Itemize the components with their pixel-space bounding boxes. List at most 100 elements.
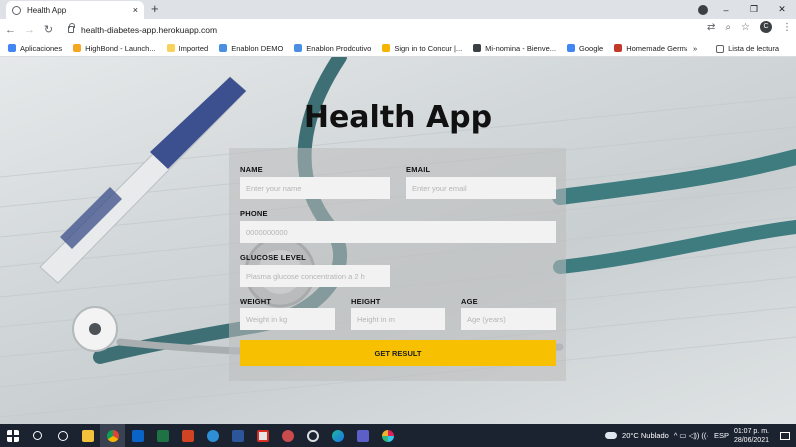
concur-icon <box>382 44 391 52</box>
translate-icon[interactable]: ⇄ <box>707 22 715 33</box>
bookmark-item[interactable]: Homemade Germa... <box>614 44 696 53</box>
teams-icon <box>356 429 369 442</box>
windows-taskbar: 20°C Nublado ^ ▭ ◁)) ((· ESP 01:07 p. m.… <box>0 424 796 447</box>
word-icon <box>231 429 244 442</box>
slack-icon <box>381 429 394 442</box>
height-label: HEIGHT <box>351 297 381 306</box>
new-tab-button[interactable]: + <box>151 2 159 16</box>
taskbar-app[interactable] <box>125 424 150 447</box>
start-button[interactable] <box>0 424 25 447</box>
taskbar-app[interactable] <box>150 424 175 447</box>
taskbar-app[interactable] <box>325 424 350 447</box>
task-view-button[interactable] <box>50 424 75 447</box>
weight-input[interactable] <box>240 308 335 330</box>
clock-time: 01:07 p. m. <box>733 427 769 435</box>
zoom-icon[interactable]: ⌕ <box>725 22 731 33</box>
lock-icon[interactable] <box>68 23 75 33</box>
taskbar-app[interactable] <box>225 424 250 447</box>
globe-app-icon <box>206 429 219 442</box>
bookmark-item[interactable]: Enablon DEMO <box>219 44 283 53</box>
clock[interactable]: 01:07 p. m. 28/06/2021 <box>734 427 769 445</box>
taskbar-app[interactable] <box>350 424 375 447</box>
taskbar-app[interactable] <box>275 424 300 447</box>
tab-search-icon[interactable] <box>698 5 708 15</box>
clock-date: 28/06/2021 <box>733 436 769 444</box>
paint-icon <box>281 429 294 442</box>
taskbar-app[interactable] <box>75 424 100 447</box>
bookmark-item[interactable]: Sign in to Concur |... <box>382 44 462 53</box>
spiral-app-icon <box>306 429 319 442</box>
bookmark-item[interactable]: HighBond - Launch... <box>73 44 156 53</box>
window-controls: – ❐ ✕ <box>712 0 796 19</box>
app-title: Health App <box>303 100 493 135</box>
taskbar-app[interactable] <box>250 424 275 447</box>
tab-close-icon[interactable]: × <box>133 5 138 15</box>
bookmark-item[interactable]: Imported <box>166 44 208 53</box>
weight-label: WEIGHT <box>240 297 272 306</box>
height-input[interactable] <box>351 308 445 330</box>
notifications-icon[interactable] <box>780 431 790 440</box>
forward-button[interactable]: → <box>21 24 38 36</box>
taskbar-app[interactable] <box>175 424 200 447</box>
recipe-icon <box>614 44 623 52</box>
reading-list-icon <box>716 44 725 53</box>
url-text[interactable]: health-diabetes-app.herokuapp.com <box>81 25 217 35</box>
globe-icon <box>294 44 303 52</box>
address-bar[interactable]: health-diabetes-app.herokuapp.com <box>60 21 690 38</box>
phone-input[interactable] <box>240 221 556 243</box>
bookmark-item[interactable]: Mi-nomina - Bienve... <box>473 44 556 53</box>
age-input[interactable] <box>461 308 556 330</box>
glucose-label: GLUCOSE LEVEL <box>240 253 306 262</box>
file-explorer-icon <box>81 429 94 442</box>
minimize-button[interactable]: – <box>712 5 740 15</box>
tab-title: Health App <box>27 5 67 15</box>
browser-tab[interactable]: Health App × <box>6 1 144 19</box>
browser-toolbar: ← → ↻ health-diabetes-app.herokuapp.com … <box>0 19 796 40</box>
bookmark-item[interactable]: Aplicaciones <box>8 44 62 53</box>
weather-icon[interactable] <box>605 432 618 439</box>
acrobat-icon <box>256 429 269 442</box>
get-result-button[interactable]: GET RESULT <box>240 340 556 366</box>
toolbar-actions: ⇄ ⌕ ☆ C ⋮ <box>707 21 792 33</box>
bookmark-item[interactable]: Enablon Prodcutivo <box>294 44 371 53</box>
glucose-input[interactable] <box>240 265 390 287</box>
edge-icon <box>331 429 344 442</box>
chrome-icon <box>106 429 119 442</box>
taskbar-app[interactable] <box>100 424 125 447</box>
email-label: EMAIL <box>406 165 431 174</box>
weather-text[interactable]: 20°C Nublado <box>622 431 669 440</box>
more-bookmarks-button[interactable]: » <box>693 44 697 53</box>
taskbar-app[interactable] <box>375 424 400 447</box>
globe-icon <box>12 5 21 15</box>
phone-label: PHONE <box>240 209 268 218</box>
name-label: NAME <box>240 165 263 174</box>
apps-grid-icon <box>8 44 16 52</box>
search-icon <box>33 431 42 440</box>
excel-icon <box>156 429 169 442</box>
maximize-button[interactable]: ❐ <box>740 4 768 15</box>
highbond-icon <box>73 44 82 52</box>
folder-icon <box>166 44 175 52</box>
bookmark-item[interactable]: Google <box>567 44 603 53</box>
task-view-icon <box>57 430 68 441</box>
reload-button[interactable]: ↻ <box>40 23 57 36</box>
reading-list-button[interactable]: Lista de lectura <box>716 44 779 53</box>
taskbar-app[interactable] <box>300 424 325 447</box>
back-button[interactable]: ← <box>2 24 19 36</box>
outlook-icon <box>131 429 144 442</box>
close-window-button[interactable]: ✕ <box>768 4 796 15</box>
menu-icon[interactable]: ⋮ <box>782 22 792 33</box>
language-indicator[interactable]: ESP <box>714 431 729 440</box>
name-input[interactable] <box>240 177 390 199</box>
tray-icons[interactable]: ^ ▭ ◁)) ((· <box>674 431 709 440</box>
page-viewport: Health App NAME EMAIL PHONE GLUCOSE LEVE… <box>0 57 796 424</box>
globe-icon <box>473 44 482 52</box>
bookmark-star-icon[interactable]: ☆ <box>741 22 750 33</box>
email-input[interactable] <box>406 177 556 199</box>
windows-logo-icon <box>6 429 19 442</box>
bookmarks-right: » Lista de lectura <box>686 40 790 56</box>
search-button[interactable] <box>25 424 50 447</box>
profile-avatar[interactable]: C <box>760 21 772 33</box>
globe-icon <box>219 44 228 52</box>
taskbar-app[interactable] <box>200 424 225 447</box>
